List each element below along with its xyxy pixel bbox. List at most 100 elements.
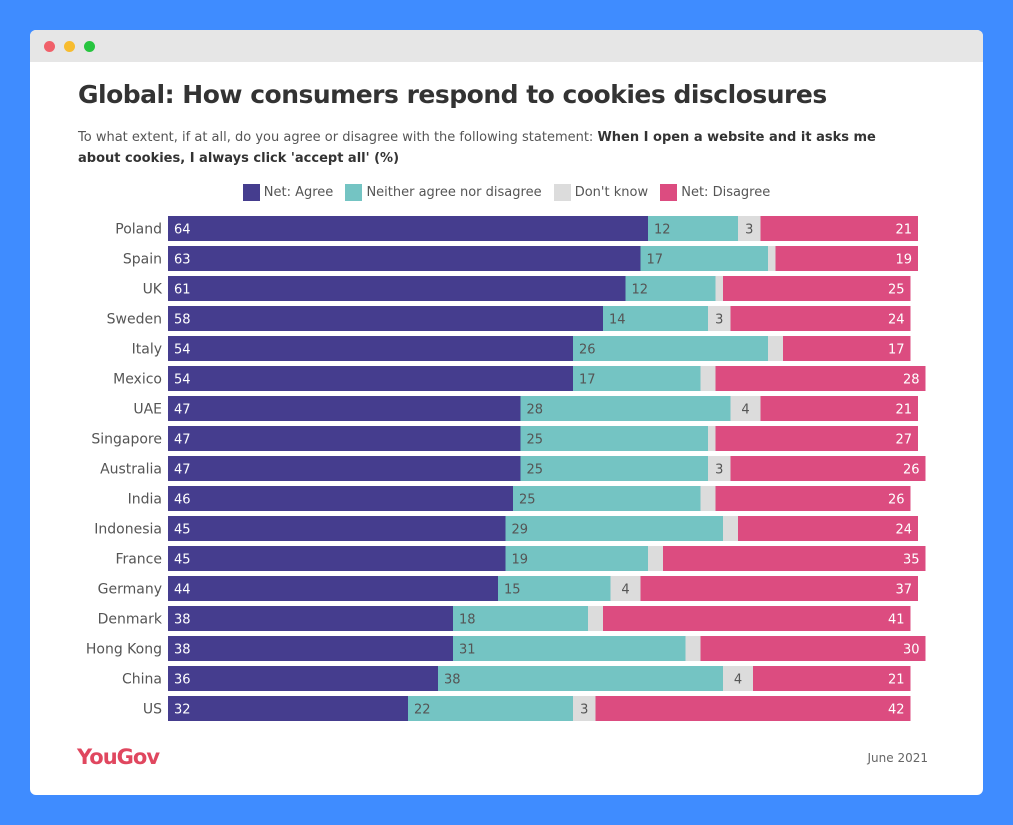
legend-item-net-disagree: Net: Disagree [660,184,770,201]
maximize-window-button[interactable] [84,41,95,52]
data-label-disagree: 41 [888,613,905,628]
data-label-neither: 29 [512,523,529,538]
minimize-window-button[interactable] [64,41,75,52]
stacked-bar-chart: Poland 64 12 3 21 Spain 63 17 19 UK 61 12 25 Sweden 58… [86,216,926,721]
category-label: India [128,492,162,508]
bar-agree [168,576,498,601]
data-label-dont-know: 3 [715,463,723,478]
data-label-disagree: 24 [895,523,912,538]
category-label: UK [143,282,163,298]
category-label: France [115,552,162,568]
legend-swatch [242,184,260,201]
data-label-dont-know: 4 [734,673,742,688]
bar-disagree [700,636,926,661]
data-label-disagree: 37 [895,583,912,598]
bar-agree [168,666,438,691]
bar-neither [408,696,573,721]
bar-dont-know [723,516,738,541]
bar-neither [513,486,701,511]
subtitle-question: To what extent, if at all, do you agree … [78,130,598,145]
legend-swatch [660,184,678,201]
data-label-agree: 36 [174,673,191,688]
bar-agree [168,456,521,481]
data-label-disagree: 28 [903,373,920,388]
legend-item-net-agree: Net: Agree [242,184,334,201]
window-titlebar [30,30,983,62]
data-label-agree: 46 [174,493,191,508]
data-label-dont-know: 3 [745,223,753,238]
bar-neither [438,666,723,691]
bar-agree [168,366,573,391]
legend-label: Net: Agree [263,185,334,200]
bar-agree [168,246,641,271]
bar-agree [168,396,521,421]
data-label-neither: 12 [654,223,671,238]
bar-dont-know [700,486,716,511]
bar-agree [168,426,521,451]
category-label: Italy [132,342,162,358]
data-label-disagree: 26 [888,493,905,508]
category-label: Indonesia [94,522,162,538]
data-label-agree: 61 [174,283,191,298]
data-label-neither: 12 [632,283,649,298]
bar-dont-know [700,366,716,391]
data-label-disagree: 17 [888,343,905,358]
bar-disagree [753,666,911,691]
bar-agree [168,306,603,331]
data-label-neither: 31 [459,643,476,658]
category-label: US [143,702,162,718]
close-window-button[interactable] [44,41,55,52]
data-label-agree: 44 [174,583,191,598]
bar-neither [453,636,686,661]
data-label-dont-know: 3 [715,313,723,328]
data-label-disagree: 24 [888,313,905,328]
category-label: Denmark [98,612,163,628]
legend-label: Neither agree nor disagree [366,185,542,200]
bar-neither [520,396,731,421]
bar-disagree [715,366,926,391]
category-label: Spain [123,252,162,268]
bar-dont-know [685,636,701,661]
bar-dont-know [708,426,716,451]
bar-disagree [603,606,911,631]
category-label: Mexico [113,372,162,388]
data-label-neither: 19 [512,553,529,568]
bar-disagree [715,426,918,451]
legend-item-neither: Neither agree nor disagree [345,184,542,201]
category-label: Sweden [107,312,162,328]
chart-subtitle: To what extent, if at all, do you agree … [78,127,918,169]
bar-agree [168,546,506,571]
data-label-disagree: 27 [895,433,912,448]
data-label-neither: 25 [519,493,536,508]
bar-agree [168,606,453,631]
data-label-agree: 63 [174,253,191,268]
data-label-neither: 25 [527,463,544,478]
legend-swatch [553,184,571,201]
data-label-neither: 14 [609,313,626,328]
data-label-disagree: 19 [895,253,912,268]
bar-neither [520,426,708,451]
bar-agree [168,216,648,241]
bar-dont-know [768,246,776,271]
data-label-disagree: 26 [903,463,920,478]
bar-dont-know [715,276,723,301]
bar-disagree [640,576,918,601]
bar-agree [168,336,573,361]
publication-date: June 2021 [867,751,929,765]
bar-neither [520,456,708,481]
data-label-agree: 45 [174,553,191,568]
data-label-disagree: 35 [903,553,920,568]
data-label-neither: 28 [527,403,544,418]
data-label-agree: 38 [174,643,191,658]
bar-agree [168,636,453,661]
data-label-disagree: 30 [903,643,920,658]
data-label-agree: 45 [174,523,191,538]
bar-neither [505,516,723,541]
data-label-neither: 17 [647,253,664,268]
yougov-logo: YouGov [77,745,160,769]
bar-dont-know [768,336,783,361]
data-label-disagree: 42 [888,703,905,718]
data-label-dont-know: 3 [580,703,588,718]
browser-window: Global: How consumers respond to cookies… [30,30,983,795]
data-label-disagree: 25 [888,283,905,298]
